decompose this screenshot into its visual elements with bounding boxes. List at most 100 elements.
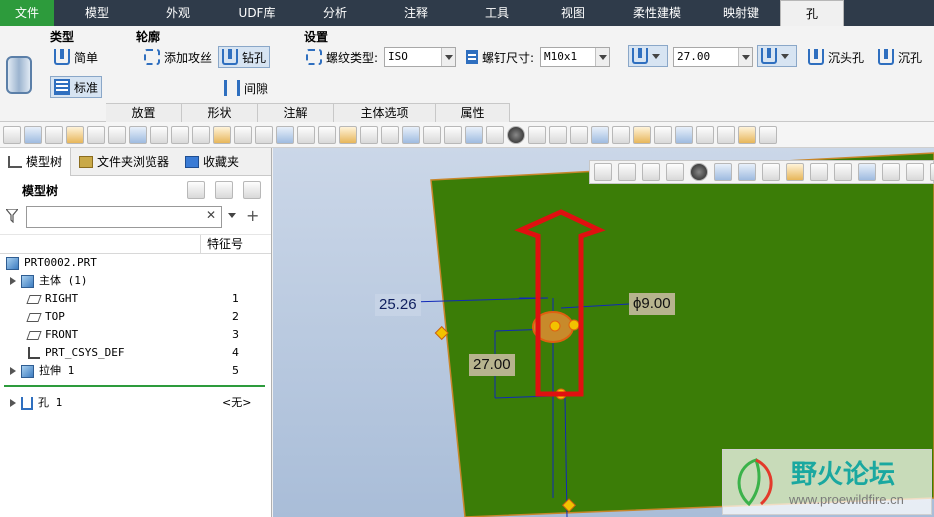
tab-appearance[interactable]: 外观 (140, 0, 216, 26)
tree-row[interactable]: 主体 (1) (0, 272, 271, 290)
repaint-icon[interactable] (666, 163, 684, 181)
countersink-button[interactable]: 沉头孔 (804, 46, 868, 68)
counterbore-button[interactable]: 沉孔 (874, 46, 926, 68)
curve-icon[interactable] (192, 125, 210, 144)
gap-button[interactable]: 间隙 (220, 77, 272, 99)
annotation-display-icon[interactable] (834, 163, 852, 181)
pattern-icon[interactable] (129, 125, 147, 144)
dim-diameter[interactable]: ϕ9.00 (629, 293, 675, 315)
point-display-icon[interactable] (930, 163, 934, 181)
tree-row[interactable]: 拉伸 1 5 (0, 362, 271, 380)
diameter-handle[interactable] (568, 319, 580, 331)
sphere-icon[interactable] (507, 125, 525, 144)
depth-option-button[interactable] (628, 45, 668, 67)
mirror-icon[interactable] (108, 125, 126, 144)
tree-filter-icon[interactable] (243, 181, 261, 199)
tab-file[interactable]: 文件 (0, 0, 54, 26)
group-properties[interactable]: 属性 (436, 103, 510, 122)
thread-type-select[interactable]: ISO (384, 47, 456, 67)
tab-udf-library[interactable]: UDF库 (216, 0, 298, 26)
save-icon[interactable] (45, 125, 63, 144)
copy-icon[interactable] (66, 125, 84, 144)
drill-button[interactable]: 钻孔 (218, 46, 271, 68)
sketch-icon[interactable] (213, 125, 231, 144)
tree-settings-icon[interactable] (187, 181, 205, 199)
tree-search-input[interactable] (26, 206, 222, 228)
regenerate-icon[interactable] (570, 125, 588, 144)
screw-size-select[interactable]: M10x1 (540, 47, 610, 67)
plane-icon[interactable] (171, 125, 189, 144)
tree-row[interactable]: PRT0002.PRT (0, 254, 271, 272)
dim-vertical[interactable]: 27.00 (469, 354, 515, 376)
sweep-icon[interactable] (318, 125, 336, 144)
paste-icon[interactable] (87, 125, 105, 144)
hole-end-button[interactable] (757, 45, 797, 67)
new-icon[interactable] (3, 125, 21, 144)
tree-show-icon[interactable] (215, 181, 233, 199)
simple-button[interactable]: 简单 (50, 46, 102, 68)
expand-icon[interactable] (10, 277, 16, 285)
settings-icon[interactable] (654, 125, 672, 144)
display-style-icon[interactable] (714, 163, 732, 181)
chevron-down-icon[interactable] (228, 213, 236, 218)
shell-icon[interactable] (381, 125, 399, 144)
tree-row[interactable]: FRONT 3 (0, 326, 271, 344)
tab-annotate[interactable]: 注释 (372, 0, 460, 26)
hole-feature-icon[interactable] (6, 56, 32, 97)
close-icon[interactable]: ✕ (206, 208, 216, 222)
undo-icon[interactable] (528, 125, 546, 144)
named-view-icon[interactable] (738, 125, 756, 144)
measure-icon[interactable] (444, 125, 462, 144)
shading-icon[interactable] (690, 163, 708, 181)
tab-model[interactable]: 模型 (54, 0, 140, 26)
refit-icon[interactable] (594, 163, 612, 181)
rib-icon[interactable] (423, 125, 441, 144)
spin-center-icon[interactable] (717, 125, 735, 144)
tree-row[interactable]: PRT_CSYS_DEF 4 (0, 344, 271, 362)
saved-orientation-icon[interactable] (738, 163, 756, 181)
tab-model-tree[interactable]: 模型树 (0, 147, 72, 176)
extrude-icon[interactable] (276, 125, 294, 144)
tree-row[interactable]: RIGHT 1 (0, 290, 271, 308)
csys-icon[interactable] (255, 125, 273, 144)
redo-icon[interactable] (549, 125, 567, 144)
expand-icon[interactable] (10, 399, 16, 407)
group-note[interactable]: 注解 (258, 103, 334, 122)
group-body-options[interactable]: 主体选项 (334, 103, 436, 122)
add-icon[interactable]: + (246, 206, 259, 225)
insert-indicator[interactable] (4, 385, 265, 387)
tab-hole[interactable]: 孔 (780, 0, 844, 26)
zoom-in-icon[interactable] (618, 163, 636, 181)
line-icon[interactable] (150, 125, 168, 144)
chevron-down-icon[interactable] (738, 48, 752, 66)
tree-row[interactable]: TOP 2 (0, 308, 271, 326)
tab-folder-browser[interactable]: 文件夹浏览器 (71, 148, 177, 176)
group-shape[interactable]: 形状 (182, 103, 258, 122)
display-icon[interactable] (696, 125, 714, 144)
group-placement[interactable]: 放置 (106, 103, 182, 122)
chevron-down-icon[interactable] (595, 48, 609, 66)
expand-icon[interactable] (10, 367, 16, 375)
round-icon[interactable] (339, 125, 357, 144)
point-icon[interactable] (234, 125, 252, 144)
feature-id-header[interactable]: 特征号 (200, 235, 271, 254)
tab-view[interactable]: 视图 (534, 0, 612, 26)
spin-center-icon[interactable] (858, 163, 876, 181)
layer-icon[interactable] (675, 125, 693, 144)
depth-input[interactable]: 27.00 (673, 47, 753, 67)
datum-display-icon[interactable] (810, 163, 828, 181)
draft-icon[interactable] (402, 125, 420, 144)
more-icon[interactable] (759, 125, 777, 144)
tab-analysis[interactable]: 分析 (298, 0, 372, 26)
tab-mapkeys[interactable]: 映射键 (702, 0, 780, 26)
standard-button[interactable]: 标准 (50, 76, 103, 98)
perspective-icon[interactable] (786, 163, 804, 181)
tree-row[interactable]: 孔 1 <无> (0, 394, 271, 412)
open-icon[interactable] (24, 125, 42, 144)
close-window-icon[interactable] (612, 125, 630, 144)
add-tap-button[interactable]: 添加攻丝 (140, 46, 216, 68)
pan-icon[interactable] (486, 125, 504, 144)
hole-handle[interactable] (549, 320, 561, 332)
tab-favorites[interactable]: 收藏夹 (177, 148, 247, 176)
view-manager-icon[interactable] (762, 163, 780, 181)
